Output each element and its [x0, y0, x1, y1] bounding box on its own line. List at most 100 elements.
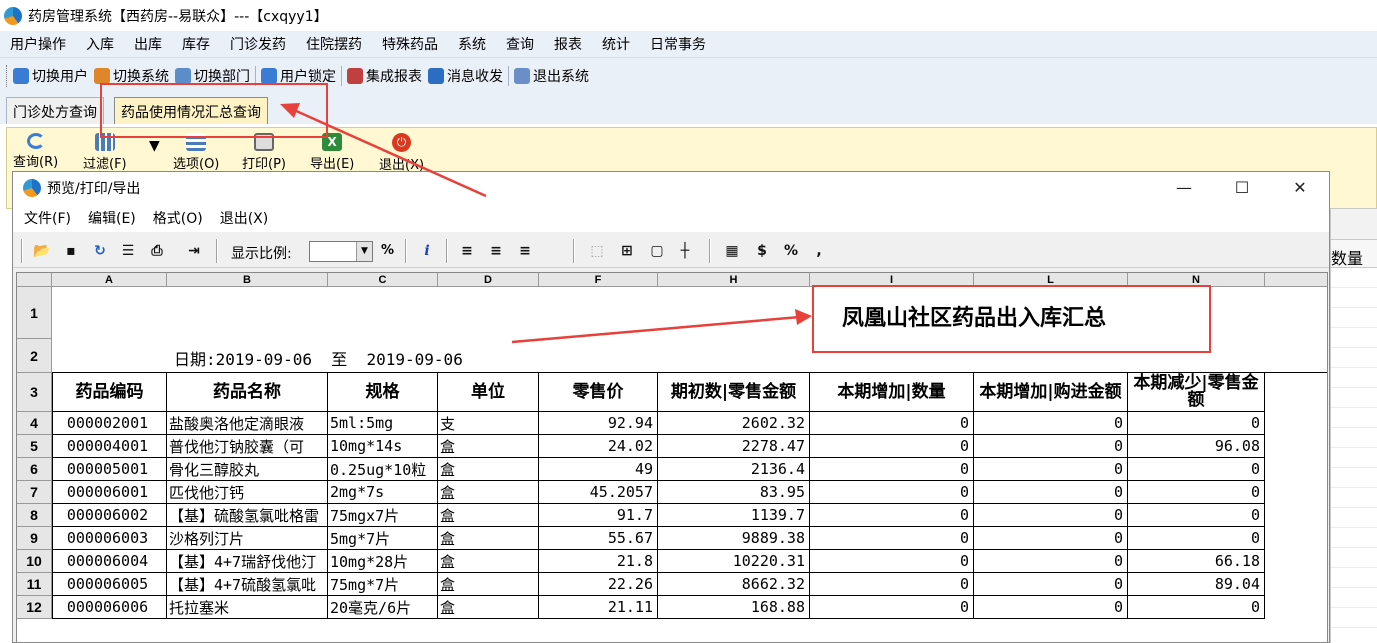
table-cell[interactable]: 2mg*7s [328, 481, 438, 504]
table-cell[interactable]: 168.88 [658, 596, 810, 619]
column-header[interactable]: D [438, 273, 539, 287]
exit-button[interactable]: ⏻ 退出(X) [379, 133, 424, 173]
table-cell[interactable]: 0 [974, 573, 1128, 596]
open-folder-icon[interactable]: 📂 [33, 242, 51, 260]
filter-dropdown-arrow[interactable]: ▼ [149, 138, 160, 154]
row-header[interactable]: 9 [17, 527, 52, 550]
percent-icon[interactable]: % [782, 242, 800, 260]
chevron-down-icon[interactable]: ▼ [356, 242, 372, 261]
row-header[interactable]: 3 [17, 373, 52, 412]
table-cell[interactable]: 盒 [438, 596, 539, 619]
menu-item[interactable]: 住院摆药 [306, 34, 362, 54]
table-cell[interactable]: 0 [810, 412, 974, 435]
info-icon[interactable]: i [418, 242, 436, 260]
table-cell[interactable]: 000006002 [52, 504, 167, 527]
printer-icon[interactable]: ⎙ [148, 242, 166, 260]
table-cell[interactable]: 盐酸奥洛他定滴眼液 [167, 412, 328, 435]
table-cell[interactable]: 21.8 [539, 550, 658, 573]
table-cell[interactable]: 0 [1128, 504, 1265, 527]
dialog-menu-item[interactable]: 退出(X) [220, 208, 269, 228]
align-right-icon[interactable]: ≡ [516, 242, 534, 260]
table-cell[interactable]: 000004001 [52, 435, 167, 458]
table-cell[interactable]: 000005001 [52, 458, 167, 481]
table-cell[interactable]: 盒 [438, 527, 539, 550]
table-cell[interactable]: 5mg*7片 [328, 527, 438, 550]
table-cell[interactable]: 盒 [438, 550, 539, 573]
table-cell[interactable]: 000006006 [52, 596, 167, 619]
table-cell[interactable]: 000006003 [52, 527, 167, 550]
align-left-icon[interactable]: ≡ [458, 242, 476, 260]
table-cell[interactable]: 10mg*28片 [328, 550, 438, 573]
column-header[interactable]: A [52, 273, 167, 287]
table-cell[interactable]: 2602.32 [658, 412, 810, 435]
menu-item[interactable]: 日常事务 [650, 34, 706, 54]
column-header[interactable]: H [658, 273, 810, 287]
table-cell[interactable]: 0 [810, 596, 974, 619]
menu-item[interactable]: 出库 [134, 34, 162, 54]
row-header[interactable]: 12 [17, 596, 52, 619]
table-cell[interactable]: 8662.32 [658, 573, 810, 596]
row-header[interactable]: 10 [17, 550, 52, 573]
table-cell[interactable]: 2136.4 [658, 458, 810, 481]
table-cell[interactable]: 92.94 [539, 412, 658, 435]
thousands-separator-icon[interactable]: , [810, 242, 828, 260]
menu-item[interactable]: 用户操作 [10, 34, 66, 54]
row-header[interactable]: 7 [17, 481, 52, 504]
table-cell[interactable]: 000002001 [52, 412, 167, 435]
table-cell[interactable]: 匹伐他汀钙 [167, 481, 328, 504]
table-cell[interactable]: 91.7 [539, 504, 658, 527]
print-button[interactable]: 打印(P) [242, 133, 286, 172]
table-cell[interactable]: 盒 [438, 504, 539, 527]
table-cell[interactable]: 0 [810, 504, 974, 527]
table-cell[interactable]: 0 [810, 573, 974, 596]
table-cell[interactable]: 2278.47 [658, 435, 810, 458]
toolbar-button[interactable]: 消息收发 [428, 66, 503, 86]
column-header[interactable]: F [539, 273, 658, 287]
table-cell[interactable]: 9889.38 [658, 527, 810, 550]
table-cell[interactable]: 1139.7 [658, 504, 810, 527]
toolbar-button[interactable]: 退出系统 [514, 66, 589, 86]
column-header[interactable]: C [328, 273, 438, 287]
maximize-icon[interactable]: ☐ [1219, 174, 1265, 202]
table-cell[interactable]: 49 [539, 458, 658, 481]
table-cell[interactable]: 托拉塞米 [167, 596, 328, 619]
table-cell[interactable]: 0 [974, 550, 1128, 573]
table-cell[interactable]: 66.18 [1128, 550, 1265, 573]
query-button[interactable]: 查询(R) [13, 133, 58, 170]
menu-item[interactable]: 统计 [602, 34, 630, 54]
table-cell[interactable]: 22.26 [539, 573, 658, 596]
options-button[interactable]: 选项(O) [173, 133, 219, 172]
table-cell[interactable]: 83.95 [658, 481, 810, 504]
exit-door-icon[interactable]: ⇥ [185, 242, 203, 260]
table-cell[interactable]: 【基】4+7瑞舒伐他汀 [167, 550, 328, 573]
table-cell[interactable]: 0 [974, 412, 1128, 435]
table-cell[interactable]: 【基】硫酸氢氯吡格雷 [167, 504, 328, 527]
table-cell[interactable]: 0 [974, 435, 1128, 458]
all-borders-icon[interactable]: ⊞ [618, 242, 636, 260]
filter-button[interactable]: 过滤(F) [83, 133, 127, 172]
sheet-corner[interactable] [17, 273, 52, 287]
page-setup-icon[interactable]: ☰ [119, 242, 137, 260]
table-cell[interactable]: 0 [974, 504, 1128, 527]
table-cell[interactable]: 89.04 [1128, 573, 1265, 596]
table-cell[interactable]: 支 [438, 412, 539, 435]
dialog-menu-item[interactable]: 格式(O) [153, 208, 203, 228]
table-cell[interactable]: 000006005 [52, 573, 167, 596]
minimize-icon[interactable]: — [1161, 174, 1207, 202]
column-header[interactable]: B [167, 273, 328, 287]
table-cell[interactable]: 21.11 [539, 596, 658, 619]
inner-border-icon[interactable]: ┼ [676, 242, 694, 260]
dialog-menu-item[interactable]: 文件(F) [24, 208, 71, 228]
table-cell[interactable]: 盒 [438, 435, 539, 458]
refresh-icon[interactable]: ↻ [91, 242, 109, 260]
save-icon[interactable]: ▪ [62, 242, 80, 260]
toolbar-button[interactable]: 切换用户 [13, 66, 88, 86]
table-cell[interactable]: 0 [974, 481, 1128, 504]
menu-item[interactable]: 门诊发药 [230, 34, 286, 54]
close-icon[interactable]: ✕ [1277, 174, 1323, 202]
table-cell[interactable]: 0 [1128, 527, 1265, 550]
table-cell[interactable]: 5ml:5mg [328, 412, 438, 435]
row-header[interactable]: 5 [17, 435, 52, 458]
table-cell[interactable]: 骨化三醇胶丸 [167, 458, 328, 481]
table-cell[interactable]: 24.02 [539, 435, 658, 458]
